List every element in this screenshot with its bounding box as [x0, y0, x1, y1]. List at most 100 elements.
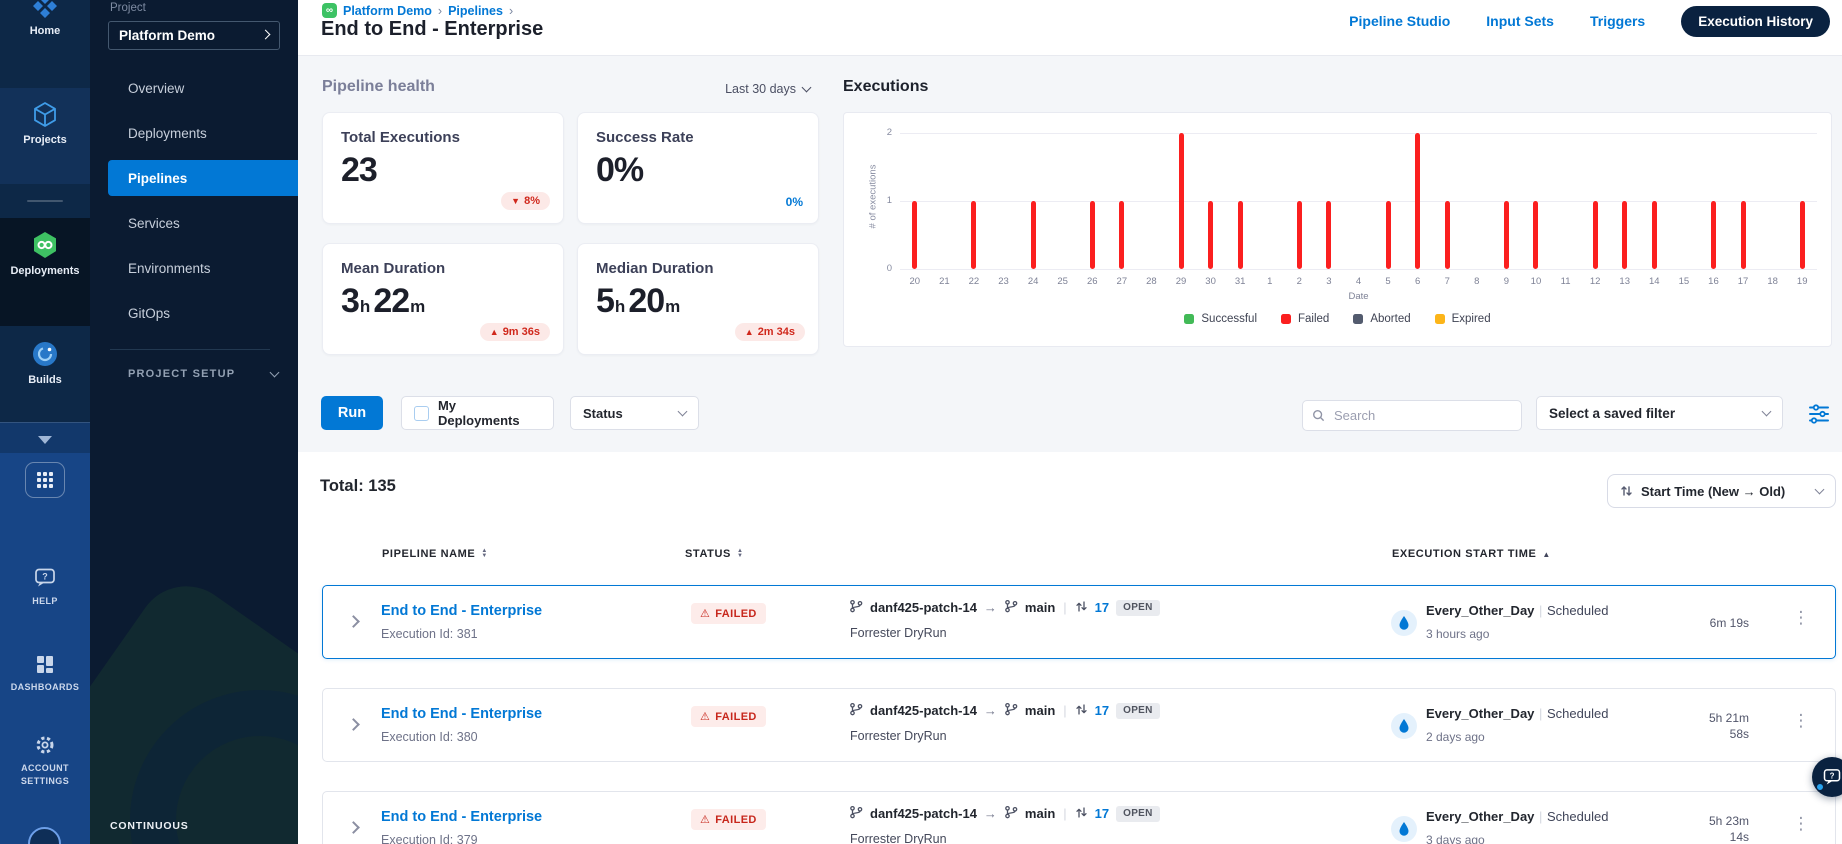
chart-bar: [1740, 201, 1746, 269]
projects-icon: [34, 102, 56, 127]
column-label: PIPELINE NAME: [382, 548, 476, 560]
rail-collapse-chevron[interactable]: [0, 431, 90, 449]
warning-icon: ⚠: [700, 814, 711, 826]
rail-item-account-settings[interactable]: ACCOUNT SETTINGS: [0, 733, 90, 788]
rail-item-dashboards[interactable]: DASHBOARDS: [0, 652, 90, 694]
saved-filter-dropdown[interactable]: Select a saved filter: [1536, 396, 1783, 430]
sidebar-item-pipelines[interactable]: Pipelines: [108, 160, 298, 196]
project-setup-toggle[interactable]: PROJECT SETUP: [128, 367, 280, 380]
rail-item-projects[interactable]: Projects: [0, 100, 90, 146]
chart-bar: [1296, 201, 1302, 269]
column-header-status[interactable]: STATUS ▲ ▼: [685, 548, 744, 560]
sidebar-item-gitops[interactable]: GitOps: [108, 295, 298, 331]
row-menu-button[interactable]: ⋮: [1791, 711, 1811, 731]
execution-row[interactable]: End to End - Enterprise Execution Id: 379…: [322, 791, 1836, 844]
column-header-execution-start-time[interactable]: EXECUTION START TIME ▲: [1392, 548, 1551, 560]
breadcrumb-project[interactable]: Platform Demo: [343, 4, 432, 18]
settings-icon: [36, 736, 54, 754]
executions-chart: 0 1 2 # of executions 20 21 22 23 24 25 26 27 28 29 30…: [843, 112, 1832, 347]
target-branch: main: [1024, 600, 1056, 615]
x-tick-label: 4: [1355, 276, 1362, 287]
duration-line: 6m 19s: [1709, 616, 1749, 630]
time-range-selector[interactable]: Last 30 days: [650, 82, 812, 96]
nav-link-pipeline-studio[interactable]: Pipeline Studio: [1349, 13, 1450, 29]
pr-state-badge: OPEN: [1116, 599, 1160, 616]
legend-label: Failed: [1298, 313, 1330, 325]
breadcrumb-separator: ›: [437, 3, 443, 18]
git-branch-icon: [849, 805, 863, 822]
expand-chevron-icon[interactable]: [347, 615, 360, 628]
sidebar-item-deployments[interactable]: Deployments: [108, 115, 298, 151]
pull-request-icon: [1075, 600, 1088, 616]
rail-item-builds[interactable]: Builds: [0, 339, 90, 386]
chart-bar: [1385, 201, 1391, 269]
breadcrumb-pipelines[interactable]: Pipelines: [448, 4, 503, 18]
legend-item-aborted: Aborted: [1353, 313, 1411, 325]
trend-badge: ▲ 9m 36s: [479, 323, 550, 341]
pr-number-link[interactable]: 17: [1095, 806, 1109, 821]
filter-settings-button[interactable]: [1804, 399, 1834, 429]
warning-icon: ⚠: [700, 608, 711, 620]
x-tick-label: 2: [1296, 276, 1302, 287]
deployments-icon: [34, 232, 56, 258]
execution-row[interactable]: End to End - Enterprise Execution Id: 380…: [322, 688, 1836, 762]
duration: 6m 19s: [1623, 586, 1749, 660]
warning-icon: ⚠: [700, 711, 711, 723]
trend-badge: ▲ 2m 34s: [734, 323, 805, 341]
sidebar-item-environments[interactable]: Environments: [108, 250, 298, 286]
module-picker-button[interactable]: [25, 462, 65, 498]
expand-chevron-icon[interactable]: [347, 821, 360, 834]
sort-dropdown[interactable]: Start Time (New → Old): [1607, 474, 1836, 508]
x-tick-label: 5: [1385, 276, 1391, 287]
sidebar-item-overview[interactable]: Overview: [108, 70, 298, 106]
trend-value: 2m 34s: [757, 326, 795, 338]
card-label: Median Duration: [596, 260, 714, 277]
sidebar-item-services[interactable]: Services: [108, 205, 298, 241]
x-tick-label: 18: [1767, 276, 1778, 287]
execution-row[interactable]: End to End - Enterprise Execution Id: 381…: [322, 585, 1836, 659]
project-selector[interactable]: Platform Demo: [108, 21, 280, 50]
pr-number-link[interactable]: 17: [1095, 703, 1109, 718]
column-header-pipeline-name[interactable]: PIPELINE NAME ▲ ▼: [382, 548, 488, 560]
chart-bar: [1799, 201, 1805, 269]
status-filter-dropdown[interactable]: Status: [570, 396, 699, 430]
x-tick-label: 13: [1619, 276, 1630, 287]
pipeline-name-link[interactable]: End to End - Enterprise: [381, 809, 542, 825]
x-tick-label: 9: [1503, 276, 1510, 287]
x-tick-label: 10: [1530, 276, 1542, 287]
pr-state-badge: OPEN: [1116, 702, 1160, 719]
divider: |: [1063, 600, 1067, 615]
rail-item-help[interactable]: ? HELP: [0, 566, 90, 608]
tab-execution-history[interactable]: Execution History: [1681, 5, 1830, 37]
pipeline-name-link[interactable]: End to End - Enterprise: [381, 706, 542, 722]
search-box: [1302, 400, 1522, 431]
rail-label-home: Home: [29, 25, 61, 37]
y-tick-label: 0: [886, 263, 892, 274]
branch-info: danf425-patch-14 → main | 17 OPEN: [849, 702, 1160, 719]
pr-number-link[interactable]: 17: [1095, 600, 1109, 615]
search-input[interactable]: [1332, 407, 1512, 424]
rail-item-deployments[interactable]: Deployments: [0, 230, 90, 277]
my-deployments-filter[interactable]: My Deployments: [401, 396, 554, 430]
trigger-type: Scheduled: [1547, 706, 1609, 721]
project-sidebar: Project Platform Demo Overview Deployment…: [90, 0, 298, 844]
pipeline-name-link[interactable]: End to End - Enterprise: [381, 603, 542, 619]
row-menu-button[interactable]: ⋮: [1791, 608, 1811, 628]
project-label: Project: [110, 2, 146, 14]
expand-chevron-icon[interactable]: [347, 718, 360, 731]
execution-note: Forrester DryRun: [850, 729, 947, 743]
sort-asc-icon: ▲: [1542, 549, 1551, 559]
chart-bar: [1237, 201, 1243, 269]
module-rail: Home Projects Deployments Builds ? HELP …: [0, 0, 90, 844]
builds-icon: [33, 342, 57, 366]
started-time: 2 days ago: [1426, 730, 1485, 744]
rail-item-home[interactable]: Home: [0, 0, 90, 37]
nav-link-input-sets[interactable]: Input Sets: [1486, 13, 1554, 29]
legend-item-successful: Successful: [1184, 313, 1257, 325]
grid-icon: [37, 472, 53, 488]
run-button[interactable]: Run: [321, 396, 383, 430]
row-menu-button[interactable]: ⋮: [1791, 814, 1811, 834]
my-deployments-checkbox[interactable]: [414, 405, 429, 421]
x-tick-label: 29: [1175, 276, 1187, 287]
nav-link-triggers[interactable]: Triggers: [1590, 13, 1645, 29]
